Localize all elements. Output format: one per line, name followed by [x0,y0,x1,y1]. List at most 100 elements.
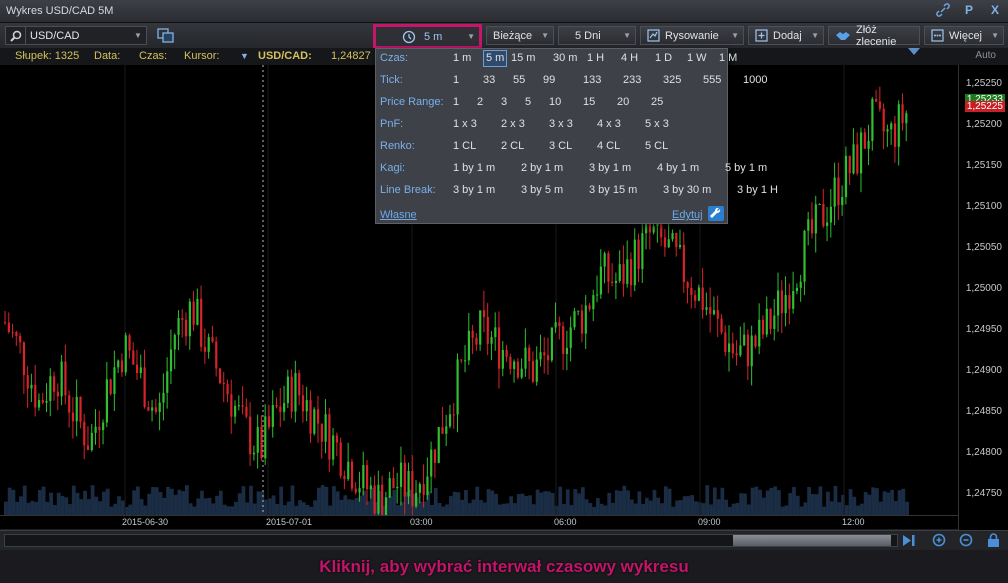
interval-option[interactable]: 4 CL [597,140,620,152]
candle-body [528,347,531,362]
volume-bar [56,492,61,515]
chart-scrollbar[interactable] [0,530,1008,550]
interval-option[interactable]: 2 CL [501,140,524,152]
candle-body [460,359,463,361]
scroll-thumb[interactable] [733,535,891,546]
interval-option[interactable]: 33 [483,74,495,86]
candle-body [7,322,10,333]
interval-option[interactable]: 3 [501,96,507,108]
interval-option[interactable]: 3 by 1 m [453,184,495,196]
candle-body [200,298,203,347]
interval-option[interactable]: 1 [453,96,459,108]
interval-option[interactable]: 133 [583,74,601,86]
interval-option[interactable]: 2 x 3 [501,118,525,130]
volume-bar [19,496,23,515]
interval-option[interactable]: 5 by 1 m [725,162,767,174]
interval-option[interactable]: 233 [623,74,641,86]
interval-option[interactable]: 1000 [743,74,767,86]
zoom-in-icon[interactable] [931,533,948,548]
candle-body [878,101,882,109]
interval-option[interactable]: 1 W [687,52,707,64]
interval-option[interactable]: 1 H [587,52,604,64]
candle-body [109,379,112,394]
interval-option[interactable]: 20 [617,96,629,108]
interval-option[interactable]: 10 [549,96,561,108]
lock-icon[interactable] [985,533,1002,548]
auto-scale-toggle[interactable]: Auto [975,50,996,61]
interval-option[interactable]: 3 by 30 m [663,184,711,196]
pin-button[interactable]: P [962,3,976,17]
interval-option[interactable]: 1 CL [453,140,476,152]
interval-option[interactable]: 555 [703,74,721,86]
interval-option[interactable]: 2 by 1 m [521,162,563,174]
volume-bar [105,488,110,515]
interval-option[interactable]: 99 [543,74,555,86]
edit-intervals-link[interactable]: Edytuj [672,209,703,221]
add-button[interactable]: Dodaj ▼ [748,26,824,45]
candle-body [675,232,678,248]
interval-option[interactable]: 25 [651,96,663,108]
interval-option[interactable]: 55 [513,74,525,86]
interval-option[interactable]: 3 CL [549,140,572,152]
volume-bar [528,495,532,515]
volume-bar [479,500,483,515]
interval-option[interactable]: 1 [453,74,459,86]
drawing-button[interactable]: Rysowanie ▼ [640,26,744,45]
candle-body [275,405,278,407]
time-axis: 2015-06-30 2015-07-01 03:00 06:00 09:00 12:00 [0,515,958,529]
candle-body [837,177,840,206]
interval-option[interactable]: 15 [583,96,595,108]
zoom-out-icon[interactable] [958,533,975,548]
interval-option[interactable]: 5 [525,96,531,108]
interval-option[interactable]: 5 CL [645,140,668,152]
collapse-triangle-icon[interactable]: ▼ [240,51,249,61]
interval-option[interactable]: 3 by 1 m [589,162,631,174]
interval-option[interactable]: 4 H [621,52,638,64]
interval-option[interactable]: 5 x 3 [645,118,669,130]
price-axis[interactable]: 1,25250 1,25200 1,25150 1,25100 1,25050 1,250… [958,65,1008,530]
interval-option[interactable]: 1 by 1 m [453,162,495,174]
drawing-label: Rysowanie [665,29,719,42]
candle-body [829,206,833,223]
interval-button[interactable]: 5 m ▼ [373,24,482,49]
candle-body [810,219,814,234]
interval-option[interactable]: 1 x 3 [453,118,477,130]
volume-bar [256,491,261,515]
interval-option[interactable]: 30 m [553,52,577,64]
multi-chart-icon[interactable] [157,28,175,44]
interval-option[interactable]: 4 by 1 m [657,162,699,174]
interval-option[interactable]: 2 [477,96,483,108]
interval-option[interactable]: 1 M [719,52,737,64]
interval-option[interactable]: 4 x 3 [597,118,621,130]
interval-option[interactable]: 1 m [453,52,471,64]
candle-body [573,311,576,328]
close-button[interactable]: X [988,3,1002,17]
interval-option[interactable]: 1 D [655,52,672,64]
volume-bar [539,492,544,515]
volume-bar [826,491,830,515]
candle-body [113,367,116,394]
scroll-to-end-icon[interactable] [900,533,917,548]
interval-option[interactable]: 3 x 3 [549,118,573,130]
place-order-button[interactable]: Złóż zlecenie [828,24,920,48]
candle-body [399,462,403,487]
interval-option[interactable]: 5 m [483,50,508,67]
volume-bar [102,491,106,515]
interval-option[interactable]: 3 by 1 H [737,184,778,196]
wrench-icon[interactable] [708,206,724,221]
candle-body [863,132,866,149]
interval-option[interactable]: 15 m [511,52,535,64]
candle-body [633,239,636,286]
candle-body [60,361,63,397]
more-button[interactable]: Więcej ▼ [924,26,1004,45]
scroll-track[interactable] [4,534,898,547]
symbol-selector[interactable]: USD/CAD ▼ [5,26,147,45]
current-button[interactable]: Bieżące ▼ [486,26,554,45]
interval-option[interactable]: 3 by 15 m [589,184,637,196]
interval-option[interactable]: 3 by 5 m [521,184,563,196]
link-icon[interactable] [936,3,950,17]
candle-body [524,347,527,369]
custom-interval-link[interactable]: Własne [380,209,417,221]
range-button[interactable]: 5 Dni ▼ [558,26,636,45]
interval-option[interactable]: 325 [663,74,681,86]
